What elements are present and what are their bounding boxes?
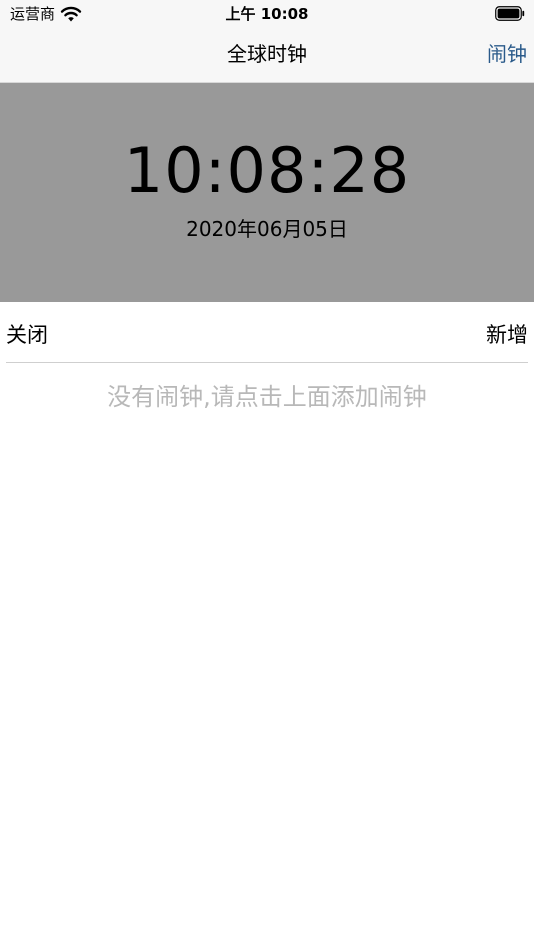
clock-panel: 10:08:28 2020年06月05日 xyxy=(0,83,534,302)
alarm-toolbar: 关闭 新增 xyxy=(0,302,534,364)
add-alarm-button[interactable]: 新增 xyxy=(486,320,528,350)
empty-state-message: 没有闹钟,请点击上面添加闹钟 xyxy=(107,383,427,411)
close-button[interactable]: 关闭 xyxy=(6,320,48,350)
page-title: 全球时钟 xyxy=(227,42,307,66)
alarm-nav-button[interactable]: 闹钟 xyxy=(487,28,527,80)
status-bar: 运营商 上午 10:08 xyxy=(0,0,534,28)
clock-date: 2020年06月05日 xyxy=(186,217,348,241)
divider xyxy=(6,362,528,363)
navigation-bar: 全球时钟 闹钟 xyxy=(0,28,534,83)
clock-time: 10:08:28 xyxy=(123,134,411,207)
battery-icon xyxy=(495,6,525,21)
status-time: 上午 10:08 xyxy=(225,5,309,23)
